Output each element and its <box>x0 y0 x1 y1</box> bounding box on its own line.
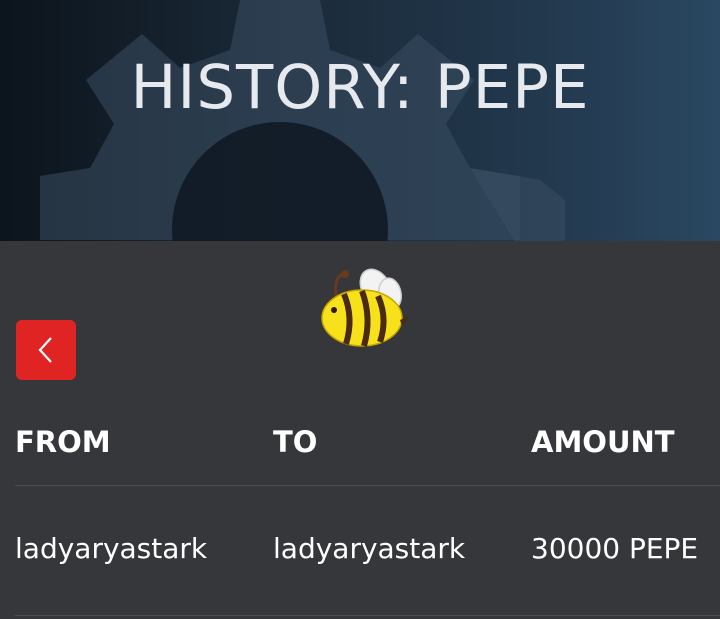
cell-to: ladyaryastark <box>273 532 466 565</box>
main-content: FROM TO AMOUNT 30000 PEPE ladyaryastark … <box>0 241 720 619</box>
cell-from: ladyaryastark <box>15 532 208 565</box>
column-header-from: FROM <box>15 425 111 459</box>
column-header-to: TO <box>273 425 318 459</box>
back-button[interactable] <box>16 320 76 380</box>
chevron-left-icon <box>38 337 52 363</box>
cell-amount: 30000 PEPE <box>531 532 699 565</box>
column-header-amount: AMOUNT <box>531 425 675 459</box>
amount-column-clip: AMOUNT 30000 PEPE <box>531 409 720 619</box>
page-header: HISTORY: PEPE <box>0 0 720 241</box>
row-divider <box>15 615 720 616</box>
row-divider <box>15 485 720 486</box>
bee-icon <box>321 268 410 347</box>
page-title: HISTORY: PEPE <box>130 52 590 123</box>
